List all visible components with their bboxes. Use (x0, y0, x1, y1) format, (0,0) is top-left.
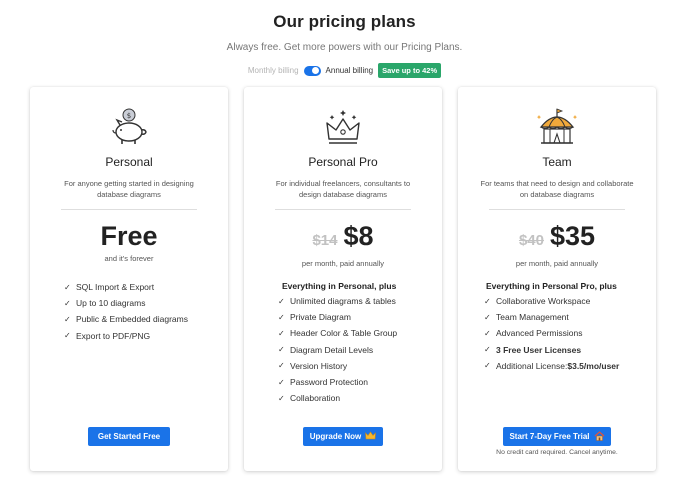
get-started-free-button[interactable]: Get Started Free (88, 427, 170, 446)
feature-item: ✓ Public & Embedded diagrams (64, 314, 188, 325)
page-title: Our pricing plans (273, 12, 416, 31)
plan-description: For individual freelancers, consultants … (275, 179, 411, 199)
piggy-bank-icon: $ (30, 107, 228, 147)
check-icon: ✓ (278, 312, 285, 322)
feature-item: ✓ Up to 10 diagrams (64, 298, 146, 309)
upgrade-now-button[interactable]: Upgrade Now (303, 427, 383, 446)
save-badge: Save up to 42% (378, 63, 442, 78)
feature-list: ✓ Collaborative Workspace ✓ Team Managemen… (484, 293, 644, 374)
monthly-billing-label[interactable]: Monthly billing (248, 66, 299, 75)
divider (275, 209, 411, 210)
feature-item: ✓ Team Management (484, 312, 569, 323)
house-emoji-icon (594, 430, 605, 443)
feature-item: ✓ Header Color & Table Group (278, 328, 398, 339)
check-icon: ✓ (278, 296, 285, 306)
feature-item: ✓ SQL Import & Export (64, 282, 155, 293)
feature-item: ✓ Collaboration (278, 393, 341, 404)
cta-note: No credit card required. Cancel anytime. (496, 449, 618, 456)
feature-item: ✓ 3 Free User Licenses (484, 344, 582, 355)
crown-emoji-icon (365, 431, 377, 442)
check-icon: ✓ (484, 296, 491, 306)
check-icon: ✓ (278, 393, 285, 403)
circus-tent-icon (458, 107, 656, 147)
crown-icon (244, 107, 442, 147)
price-note: and it's forever (104, 254, 154, 263)
plan-description: For anyone getting started in designing … (64, 179, 194, 199)
plan-price: $35 (549, 221, 596, 251)
old-price: $14 (312, 232, 338, 249)
check-icon: ✓ (64, 298, 71, 308)
old-price: $40 (518, 232, 544, 249)
toggle-knob (312, 67, 320, 74)
divider (489, 209, 625, 210)
plan-price: $8 (343, 221, 374, 251)
plan-card-personal-pro: Personal Pro For individual freelancers,… (244, 87, 442, 471)
plan-card-team: Team For teams that need to design and c… (458, 87, 656, 471)
check-icon: ✓ (64, 314, 71, 324)
feature-item: ✓ Diagram Detail Levels (278, 344, 374, 355)
plan-description: For teams that need to design and collab… (480, 179, 634, 199)
billing-switch: Monthly billing Annual billing Save up t… (0, 63, 689, 78)
feature-item: ✓ Export to PDF/PNG (64, 330, 151, 341)
feature-item: ✓ Unlimited diagrams & tables (278, 296, 396, 307)
check-icon: ✓ (484, 361, 491, 371)
check-icon: ✓ (64, 282, 71, 292)
feature-list: ✓ SQL Import & Export ✓ Up to 10 diagrams … (64, 279, 216, 344)
plan-card-personal: $ Personal For anyone getting started in… (30, 87, 228, 471)
annual-billing-label[interactable]: Annual billing (326, 66, 374, 75)
check-icon: ✓ (278, 377, 285, 387)
features-heading: Everything in Personal, plus (282, 281, 397, 291)
price-row: $14 $8 (244, 221, 442, 252)
check-icon: ✓ (278, 345, 285, 355)
check-icon: ✓ (64, 331, 71, 341)
plan-name: Personal (105, 155, 153, 169)
check-icon: ✓ (484, 328, 491, 338)
check-icon: ✓ (278, 361, 285, 371)
plan-name: Team (542, 155, 572, 169)
feature-item: ✓ Advanced Permissions (484, 328, 583, 339)
plan-name: Personal Pro (308, 155, 378, 169)
price-row: $40 $35 (458, 221, 656, 252)
check-icon: ✓ (278, 328, 285, 338)
features-heading: Everything in Personal Pro, plus (486, 281, 617, 291)
feature-item: ✓ Version History (278, 360, 348, 371)
feature-list: ✓ Unlimited diagrams & tables ✓ Private Di… (278, 293, 430, 406)
price-row: Free (30, 221, 228, 252)
feature-item: ✓ Private Diagram (278, 312, 351, 323)
start-free-trial-button[interactable]: Start 7-Day Free Trial (503, 427, 611, 446)
page-subtitle: Always free. Get more powers with our Pr… (226, 42, 463, 53)
check-icon: ✓ (484, 312, 491, 322)
pricing-header: Our pricing plans Always free. Get more … (0, 12, 689, 53)
billing-toggle[interactable] (303, 65, 321, 76)
check-icon: ✓ (484, 345, 491, 355)
price-note: per month, paid annually (515, 259, 599, 268)
feature-item: ✓ Collaborative Workspace (484, 296, 591, 307)
svg-text:$: $ (127, 112, 131, 120)
feature-item: ✓ Additional License: $3.5/mo/user (484, 360, 620, 371)
feature-item: ✓ Password Protection (278, 377, 368, 388)
price-note: per month, paid annually (301, 259, 385, 268)
plan-price: Free (100, 221, 158, 251)
divider (61, 209, 197, 210)
